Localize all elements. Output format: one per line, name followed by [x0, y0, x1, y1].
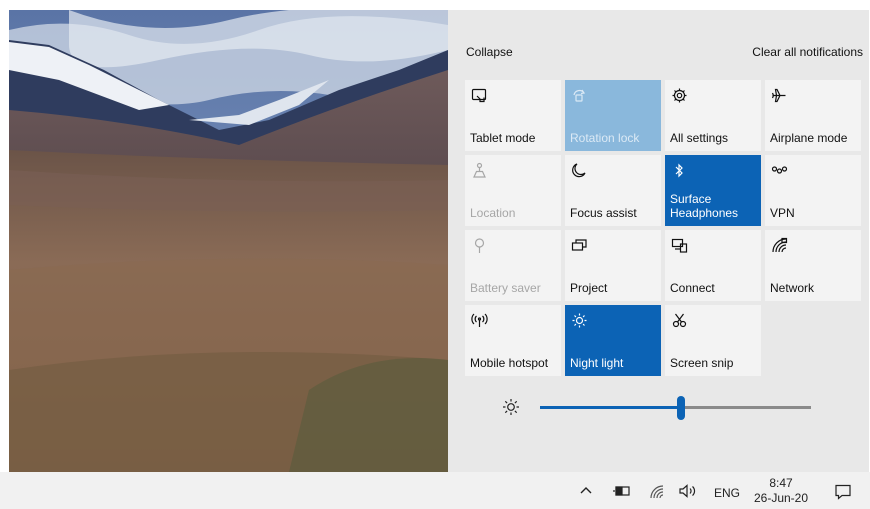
brightness-slider[interactable]	[540, 396, 811, 420]
clock[interactable]: 8:47 26-Jun-20	[752, 476, 810, 506]
tile-label: Rotation lock	[570, 131, 640, 145]
tile-label: Connect	[670, 281, 715, 295]
chevron-up-icon[interactable]	[579, 485, 593, 503]
collapse-link[interactable]: Collapse	[466, 45, 513, 59]
tile-label: Tablet mode	[470, 131, 536, 145]
moon-icon	[571, 162, 588, 179]
desktop-wallpaper	[9, 10, 448, 472]
tile-label: Surface Headphones	[670, 192, 739, 220]
brightness-control	[448, 395, 869, 425]
quick-action-night-light[interactable]: Night light	[565, 305, 661, 376]
quick-action-battery-saver[interactable]: Battery saver	[465, 230, 561, 301]
tile-label: Focus assist	[570, 206, 637, 220]
quick-action-location[interactable]: Location	[465, 155, 561, 226]
language-indicator[interactable]: ENG	[714, 486, 740, 500]
brightness-slider-fill	[540, 406, 681, 409]
airplane-icon	[771, 87, 788, 104]
quick-action-airplane-mode[interactable]: Airplane mode	[765, 80, 861, 151]
action-center-button[interactable]	[834, 483, 852, 506]
quick-action-screen-snip[interactable]: Screen snip	[665, 305, 761, 376]
taskbar: ENG 8:47 26-Jun-20	[0, 472, 870, 509]
quick-action-project[interactable]: Project	[565, 230, 661, 301]
night-light-icon	[571, 312, 588, 329]
tile-label: Night light	[570, 356, 624, 370]
quick-action-tablet-mode[interactable]: Tablet mode	[465, 80, 561, 151]
tile-label: Network	[770, 281, 815, 295]
bluetooth-icon	[671, 162, 688, 179]
network-icon	[771, 237, 788, 254]
tile-label: Battery saver	[470, 281, 541, 295]
tile-label: Mobile hotspot	[470, 356, 549, 370]
rotation-lock-icon	[571, 87, 588, 104]
clear-all-notifications-link[interactable]: Clear all notifications	[752, 45, 863, 59]
action-center-panel: Collapse Clear all notifications Tablet …	[448, 10, 869, 472]
tile-label: VPN	[770, 206, 795, 220]
brightness-slider-thumb[interactable]	[676, 396, 685, 420]
clock-time: 8:47	[769, 476, 793, 490]
quick-action-connect[interactable]: Connect	[665, 230, 761, 301]
clock-date: 26-Jun-20	[753, 491, 809, 505]
connect-icon	[671, 237, 688, 254]
volume-icon[interactable]	[679, 484, 697, 502]
battery-icon[interactable]	[613, 485, 631, 503]
tile-label: Location	[470, 206, 516, 220]
vpn-icon	[771, 162, 788, 179]
quick-action-network[interactable]: Network	[765, 230, 861, 301]
project-icon	[571, 237, 588, 254]
tile-label: Screen snip	[670, 356, 734, 370]
quick-action-mobile-hotspot[interactable]: Mobile hotspot	[465, 305, 561, 376]
gear-icon	[671, 87, 688, 104]
location-icon	[471, 162, 488, 179]
brightness-icon	[502, 398, 520, 416]
quick-action-rotation-lock[interactable]: Rotation lock	[565, 80, 661, 151]
screen-snip-icon	[671, 312, 688, 329]
quick-action-vpn[interactable]: VPN	[765, 155, 861, 226]
battery-saver-icon	[471, 237, 488, 254]
quick-action-bluetooth[interactable]: Surface Headphones	[665, 155, 761, 226]
mobile-hotspot-icon	[471, 312, 488, 329]
tile-label: Airplane mode	[770, 131, 848, 145]
quick-action-focus-assist[interactable]: Focus assist	[565, 155, 661, 226]
tablet-mode-icon	[471, 87, 488, 104]
tile-label: Project	[570, 281, 608, 295]
tile-label: All settings	[670, 131, 729, 145]
wifi-icon[interactable]	[650, 485, 664, 503]
quick-actions-grid: Tablet mode Rotation lock All settings A…	[465, 80, 861, 376]
quick-action-all-settings[interactable]: All settings	[665, 80, 761, 151]
action-center-header: Collapse Clear all notifications	[466, 45, 863, 61]
